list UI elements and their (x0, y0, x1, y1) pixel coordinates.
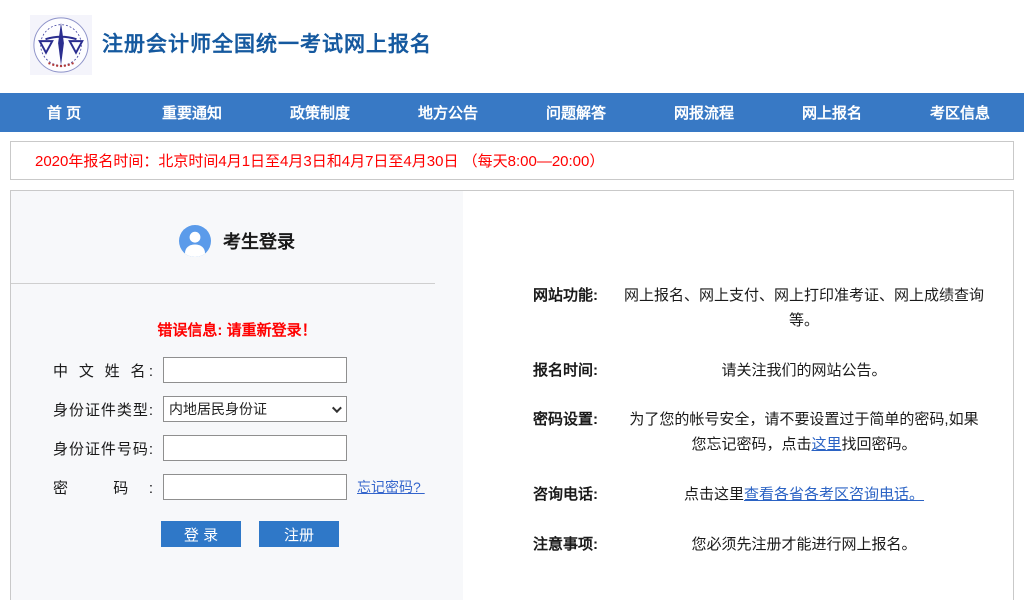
info-text-notes: 您必须先注册才能进行网上报名。 (623, 533, 985, 558)
id-number-row: 身份证件号码: (53, 435, 463, 461)
name-row: 中 文 姓 名: (53, 357, 463, 383)
user-icon (179, 225, 211, 257)
info-label-password-setup: 密码设置: (533, 408, 623, 458)
page-title: 注册会计师全国统一考试网上报名 (102, 28, 432, 58)
id-type-selected-value: 内地居民身份证 (169, 399, 267, 419)
info-text-password-setup: 为了您的帐号安全，请不要设置过于简单的密码,如果您忘记密码，点击这里找回密码。 (623, 408, 985, 458)
id-type-label: 身份证件类型: (53, 399, 153, 420)
login-form: 中 文 姓 名: 身份证件类型: 内地居民身份证 身份证件号码: 密 码: 忘记… (53, 357, 463, 547)
password-setup-text-after: 找回密码。 (842, 436, 917, 453)
notice-text: 2020年报名时间：北京时间4月1日至4月3日和4月7日至4月30日 （每天8:… (35, 150, 604, 171)
login-button[interactable]: 登 录 (161, 521, 241, 547)
divider (11, 283, 435, 284)
chevron-down-icon (332, 403, 342, 413)
nav-item-registration-process[interactable]: 网报流程 (640, 93, 768, 132)
info-label-hotline: 咨询电话: (533, 483, 623, 508)
info-text-site-functions: 网上报名、网上支付、网上打印准考证、网上成绩查询等。 (623, 284, 985, 334)
hotline-text-before: 点击这里 (684, 486, 744, 503)
registration-time-notice: 2020年报名时间：北京时间4月1日至4月3日和4月7日至4月30日 （每天8:… (10, 141, 1014, 180)
nav-item-online-registration[interactable]: 网上报名 (768, 93, 896, 132)
nav-item-important-notices[interactable]: 重要通知 (128, 93, 256, 132)
info-row-notes: 注意事项: 您必须先注册才能进行网上报名。 (533, 533, 1013, 558)
password-input[interactable] (163, 474, 347, 500)
info-label-registration-time: 报名时间: (533, 359, 623, 384)
info-text-registration-time: 请关注我们的网站公告。 (623, 359, 985, 384)
main-content: 考生登录 错误信息: 请重新登录！ 中 文 姓 名: 身份证件类型: 内地居民身… (10, 190, 1014, 600)
info-label-notes: 注意事项: (533, 533, 623, 558)
nav-item-faq[interactable]: 问题解答 (512, 93, 640, 132)
info-row-registration-time: 报名时间: 请关注我们的网站公告。 (533, 359, 1013, 384)
info-row-password-setup: 密码设置: 为了您的帐号安全，请不要设置过于简单的密码,如果您忘记密码，点击这里… (533, 408, 1013, 458)
cicpa-logo-icon (30, 15, 92, 75)
nav-item-exam-area-info[interactable]: 考区信息 (896, 93, 1024, 132)
nav-item-policies[interactable]: 政策制度 (256, 93, 384, 132)
hotline-link[interactable]: 查看各省各考区咨询电话。 (744, 486, 924, 503)
id-type-row: 身份证件类型: 内地居民身份证 (53, 396, 463, 422)
nav-item-home[interactable]: 首 页 (0, 93, 128, 132)
nav-item-local-announcements[interactable]: 地方公告 (384, 93, 512, 132)
name-label: 中 文 姓 名: (53, 360, 153, 381)
info-row-site-functions: 网站功能: 网上报名、网上支付、网上打印准考证、网上成绩查询等。 (533, 284, 1013, 334)
id-number-input[interactable] (163, 435, 347, 461)
id-type-select[interactable]: 内地居民身份证 (163, 396, 347, 422)
register-button[interactable]: 注册 (259, 521, 339, 547)
button-row: 登 录 注册 (161, 521, 463, 547)
main-nav: 首 页 重要通知 政策制度 地方公告 问题解答 网报流程 网上报名 考区信息 (0, 93, 1024, 132)
login-panel: 考生登录 错误信息: 请重新登录！ 中 文 姓 名: 身份证件类型: 内地居民身… (11, 191, 463, 600)
info-text-hotline: 点击这里查看各省各考区咨询电话。 (623, 483, 985, 508)
password-setup-text-before: 为了您的帐号安全，请不要设置过于简单的密码,如果您忘记密码，点击 (629, 411, 978, 453)
forgot-password-link[interactable]: 忘记密码? (357, 477, 425, 497)
id-number-label: 身份证件号码: (53, 438, 153, 459)
retrieve-password-link[interactable]: 这里 (811, 436, 841, 453)
login-title: 考生登录 (223, 228, 295, 254)
info-label-site-functions: 网站功能: (533, 284, 623, 334)
password-row: 密 码: 忘记密码? (53, 474, 463, 500)
login-error-message: 错误信息: 请重新登录！ (11, 319, 463, 339)
password-label: 密 码: (53, 477, 153, 498)
info-row-hotline: 咨询电话: 点击这里查看各省各考区咨询电话。 (533, 483, 1013, 508)
login-header: 考生登录 (11, 225, 463, 257)
info-panel: 网站功能: 网上报名、网上支付、网上打印准考证、网上成绩查询等。 报名时间: 请… (463, 191, 1013, 600)
name-input[interactable] (163, 357, 347, 383)
site-header: 注册会计师全国统一考试网上报名 (0, 0, 1024, 93)
